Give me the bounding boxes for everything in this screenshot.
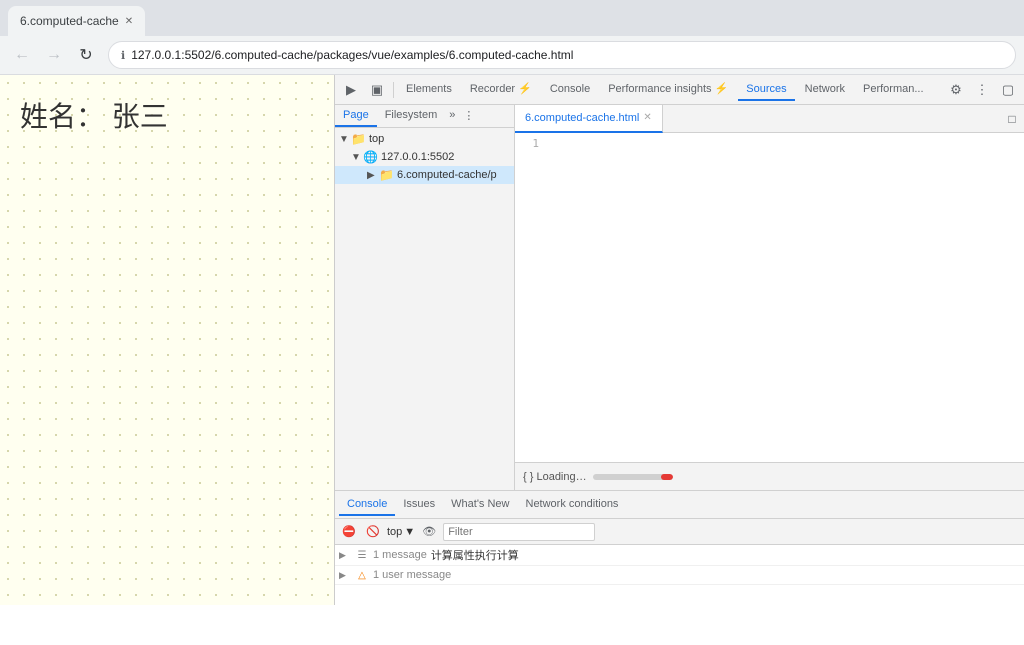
file-tree-tab-page[interactable]: Page bbox=[335, 105, 377, 127]
msg-text-1: 计算属性执行计算 bbox=[431, 547, 519, 563]
tab-recorder[interactable]: Recorder ⚡ bbox=[462, 78, 540, 101]
tab-network[interactable]: Network bbox=[797, 79, 853, 101]
loading-bar: { } Loading… bbox=[515, 462, 1024, 490]
clear-console-button[interactable]: ⛔ bbox=[339, 522, 359, 542]
devtools-settings-button[interactable]: ⚙ bbox=[944, 78, 968, 102]
tree-arrow-top: ▼ bbox=[339, 134, 351, 145]
msg-arrow-1: ▶ bbox=[339, 550, 351, 561]
reload-button[interactable]: ↻ bbox=[72, 41, 100, 69]
tree-label-top: top bbox=[369, 133, 384, 145]
file-tree-tab-more[interactable]: » bbox=[445, 105, 459, 127]
msg-icon-warning: △ bbox=[355, 568, 369, 582]
main-area: 姓名： 张三 ▶ ▣ Elements Recorder ⚡ Console P… bbox=[0, 75, 1024, 605]
loading-text: { } Loading… bbox=[523, 471, 587, 483]
console-tab-issues[interactable]: Issues bbox=[395, 494, 443, 516]
sources-panel: Page Filesystem » ⋮ ▼ 📁 top ▼ 🌐 bbox=[335, 105, 1024, 490]
console-messages: ▶ ☰ 1 message 计算属性执行计算 ▶ △ 1 user messag… bbox=[335, 545, 1024, 605]
folder-icon-cache: 📁 bbox=[379, 168, 395, 182]
code-content[interactable] bbox=[545, 137, 1024, 458]
tree-arrow-folder: ▶ bbox=[367, 170, 379, 181]
tab-console[interactable]: Console bbox=[542, 79, 598, 101]
msg-count-1: 1 message bbox=[373, 549, 427, 561]
console-tab-networkconditions[interactable]: Network conditions bbox=[518, 494, 627, 516]
tree-label-folder: 6.computed-cache/p bbox=[397, 169, 497, 181]
top-selector-label: top bbox=[387, 526, 402, 538]
console-tabs: Console Issues What's New Network condit… bbox=[335, 491, 1024, 519]
forward-button[interactable]: → bbox=[40, 41, 68, 69]
inspect-element-button[interactable]: ▶ bbox=[339, 78, 363, 102]
filter-console-button[interactable]: 🚫 bbox=[363, 522, 383, 542]
tree-item-top[interactable]: ▼ 📁 top bbox=[335, 130, 514, 148]
console-msg-1[interactable]: ▶ ☰ 1 message 计算属性执行计算 bbox=[335, 545, 1024, 566]
loading-progress-fill bbox=[661, 474, 673, 480]
editor-tab-file[interactable]: 6.computed-cache.html ✕ bbox=[515, 105, 663, 133]
top-selector-arrow: ▼ bbox=[404, 526, 415, 538]
msg-icon-list: ☰ bbox=[355, 548, 369, 562]
file-tree-tabs: Page Filesystem » ⋮ bbox=[335, 105, 514, 128]
browser-chrome: 6.computed-cache ✕ ← → ↻ ℹ 127.0.0.1:550… bbox=[0, 0, 1024, 75]
tab-sources[interactable]: Sources bbox=[738, 79, 794, 101]
close-tab-icon[interactable]: ✕ bbox=[125, 16, 133, 27]
tree-item-folder[interactable]: ▶ 📁 6.computed-cache/p bbox=[335, 166, 514, 184]
console-area: Console Issues What's New Network condit… bbox=[335, 490, 1024, 605]
devtools-close-button[interactable]: ▢ bbox=[996, 78, 1020, 102]
top-selector[interactable]: top ▼ bbox=[387, 526, 415, 538]
file-tree-tab-filesystem[interactable]: Filesystem bbox=[377, 105, 446, 127]
msg-count-2: 1 user message bbox=[373, 569, 451, 581]
page-content: 姓名： 张三 bbox=[0, 75, 334, 605]
devtools-more-button[interactable]: ⋮ bbox=[970, 78, 994, 102]
editor-tabs: 6.computed-cache.html ✕ □ bbox=[515, 105, 1024, 133]
console-toolbar: ⛔ 🚫 top ▼ 👁 bbox=[335, 519, 1024, 545]
tree-item-host[interactable]: ▼ 🌐 127.0.0.1:5502 bbox=[335, 148, 514, 166]
tree-arrow-host: ▼ bbox=[351, 152, 363, 163]
console-filter-input[interactable] bbox=[443, 523, 595, 541]
code-editor: 6.computed-cache.html ✕ □ 1 { } Loading… bbox=[515, 105, 1024, 490]
loading-progress bbox=[593, 474, 673, 480]
msg-arrow-2: ▶ bbox=[339, 570, 351, 581]
eye-button[interactable]: 👁 bbox=[419, 522, 439, 542]
devtools-panel: ▶ ▣ Elements Recorder ⚡ Console Performa… bbox=[334, 75, 1024, 605]
console-msg-2[interactable]: ▶ △ 1 user message bbox=[335, 566, 1024, 585]
editor-tab-label: 6.computed-cache.html bbox=[525, 112, 639, 124]
folder-icon-top: 📁 bbox=[351, 132, 367, 146]
address-bar: ← → ↻ ℹ 127.0.0.1:5502/6.computed-cache/… bbox=[0, 36, 1024, 74]
url-box[interactable]: ℹ 127.0.0.1:5502/6.computed-cache/packag… bbox=[108, 41, 1016, 69]
device-toolbar-button[interactable]: ▣ bbox=[365, 78, 389, 102]
browser-tab[interactable]: 6.computed-cache ✕ bbox=[8, 6, 145, 36]
tab-performance[interactable]: Performan... bbox=[855, 79, 932, 101]
editor-content: 1 bbox=[515, 133, 1024, 462]
file-tree: Page Filesystem » ⋮ ▼ 📁 top ▼ 🌐 bbox=[335, 105, 515, 490]
line-numbers: 1 bbox=[515, 137, 545, 458]
editor-split-button[interactable]: □ bbox=[1000, 107, 1024, 131]
tab-elements[interactable]: Elements bbox=[398, 79, 460, 101]
lock-icon: ℹ bbox=[121, 49, 125, 62]
tab-performance-insights[interactable]: Performance insights ⚡ bbox=[600, 78, 736, 101]
devtools-toolbar: ▶ ▣ Elements Recorder ⚡ Console Performa… bbox=[335, 75, 1024, 105]
editor-tab-close[interactable]: ✕ bbox=[643, 112, 651, 123]
back-button[interactable]: ← bbox=[8, 41, 36, 69]
globe-icon-host: 🌐 bbox=[363, 150, 379, 164]
url-text: 127.0.0.1:5502/6.computed-cache/packages… bbox=[131, 48, 1003, 62]
toolbar-separator bbox=[393, 82, 394, 98]
nav-buttons: ← → ↻ bbox=[8, 41, 100, 69]
tab-bar: 6.computed-cache ✕ bbox=[0, 0, 1024, 36]
file-tree-content: ▼ 📁 top ▼ 🌐 127.0.0.1:5502 ▶ 📁 6.co bbox=[335, 128, 514, 490]
tab-title: 6.computed-cache bbox=[20, 14, 119, 28]
console-tab-whatsnew[interactable]: What's New bbox=[443, 494, 517, 516]
page-title: 姓名： 张三 bbox=[20, 95, 314, 135]
tree-label-host: 127.0.0.1:5502 bbox=[381, 151, 454, 163]
console-tab-console[interactable]: Console bbox=[339, 494, 395, 516]
file-tree-options[interactable]: ⋮ bbox=[459, 105, 478, 127]
line-number-1: 1 bbox=[521, 137, 539, 150]
